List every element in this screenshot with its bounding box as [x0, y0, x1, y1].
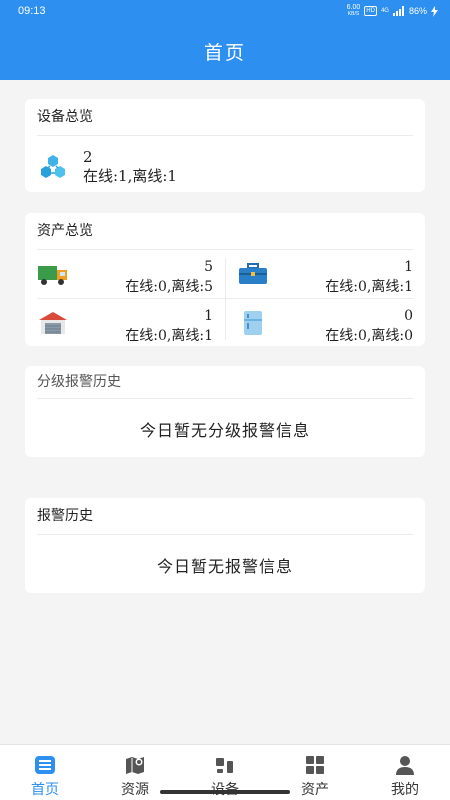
home-list-icon	[35, 756, 55, 774]
divider	[37, 398, 413, 399]
graded-alarm-history-card[interactable]: 分级报警历史 今日暂无分级报警信息	[25, 366, 425, 457]
asset-count: 0	[404, 308, 413, 324]
device-overview-title: 设备总览	[37, 109, 93, 125]
alarm-history-card[interactable]: 报警历史 今日暂无报警信息	[25, 498, 425, 593]
tab-label: 首页	[31, 782, 59, 798]
graded-alarm-empty-message: 今日暂无分级报警信息	[139, 421, 310, 440]
map-icon	[126, 757, 144, 774]
network-speed: 6.00 KB/S	[346, 4, 361, 17]
network-cubes-icon	[41, 155, 65, 178]
asset-item-warehouse[interactable]: 1 在线:0,离线:1	[25, 299, 225, 347]
app-header: 首页	[0, 22, 450, 80]
asset-count: 5	[204, 259, 213, 275]
hd-badge: HD	[364, 6, 377, 16]
divider	[37, 534, 413, 535]
asset-count: 1	[204, 308, 213, 324]
tab-label: 资源	[121, 782, 149, 798]
tab-label: 资产	[301, 782, 329, 798]
asset-item-refrigerator[interactable]: 0 在线:0,离线:0	[225, 299, 425, 347]
tab-home[interactable]: 首页	[0, 745, 90, 800]
asset-online-offline: 在线:0,离线:1	[125, 328, 213, 344]
page-title: 首页	[203, 41, 246, 64]
alarm-empty-message: 今日暂无报警信息	[156, 557, 293, 576]
tab-mine[interactable]: 我的	[360, 745, 450, 800]
tab-label: 我的	[391, 782, 419, 798]
status-time: 09:13	[18, 5, 46, 17]
asset-overview-title: 资产总览	[37, 223, 93, 239]
device-count: 2	[83, 148, 93, 166]
warehouse-icon	[39, 312, 67, 334]
alarm-history-title: 报警历史	[37, 508, 93, 524]
battery-level: 86%	[408, 6, 427, 16]
toolbox-icon	[239, 263, 267, 284]
signal-icon	[392, 6, 404, 16]
asset-online-offline: 在线:0,离线:0	[325, 328, 413, 344]
device-online-offline: 在线:1,离线:1	[83, 167, 177, 185]
asset-online-offline: 在线:0,离线:5	[125, 279, 213, 295]
refrigerator-icon	[244, 311, 262, 335]
asset-item-toolbox[interactable]: 1 在线:0,离线:1	[225, 250, 425, 298]
asset-item-truck[interactable]: 5 在线:0,离线:5	[25, 250, 225, 298]
asset-online-offline: 在线:0,离线:1	[325, 279, 413, 295]
home-indicator	[160, 790, 290, 794]
tab-label: 设备	[211, 779, 239, 799]
user-icon	[396, 756, 414, 775]
asset-count: 1	[404, 259, 413, 275]
device-overview-card[interactable]: 设备总览 2 在线:1,离线:1	[25, 99, 425, 192]
grid-icon	[306, 756, 324, 774]
asset-overview-card: 资产总览 5 在线:0,离线:5 1 在线:0,离线:1 1 在线:0,离线:1…	[25, 213, 425, 346]
status-indicators: 6.00 KB/S HD 4G 86%	[347, 4, 438, 18]
signal-label: 4G	[380, 8, 389, 14]
devices-icon	[216, 758, 233, 773]
graded-alarm-history-title: 分级报警历史	[37, 374, 121, 390]
status-bar: 09:13 6.00 KB/S HD 4G 86%	[0, 0, 450, 22]
truck-icon	[38, 266, 67, 285]
charging-icon	[431, 5, 438, 17]
